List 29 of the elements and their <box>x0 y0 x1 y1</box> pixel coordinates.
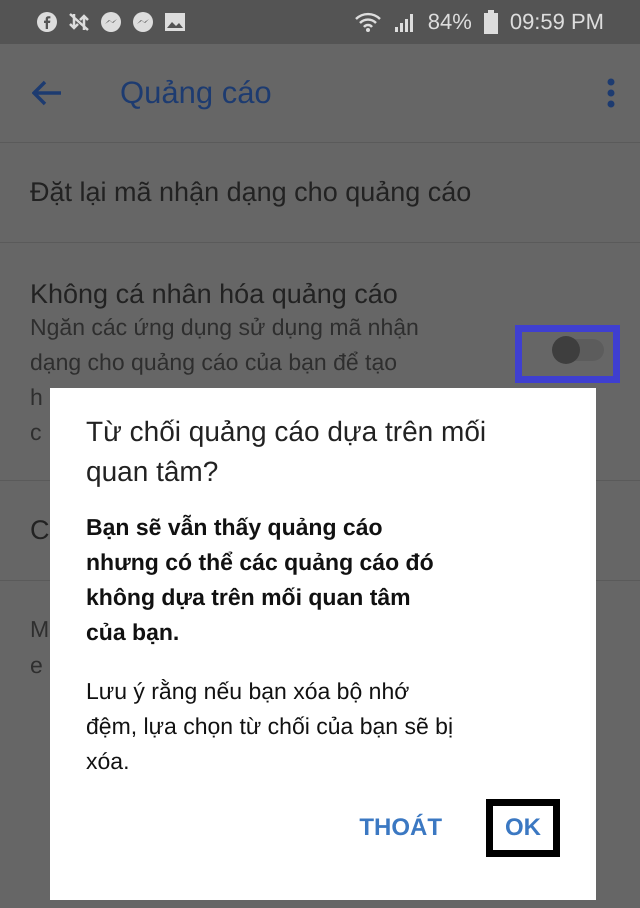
battery-icon <box>484 10 498 34</box>
setting-description: c <box>30 418 42 447</box>
messenger-icon <box>100 11 122 33</box>
facebook-icon <box>36 11 58 33</box>
battery-percent: 84% <box>428 9 472 35</box>
image-icon <box>164 11 186 33</box>
setting-description: h <box>30 383 43 412</box>
setting-item[interactable]: Đặt lại mã nhận dạng cho quảng cáo <box>0 143 640 243</box>
setting-description: Ngăn các ứng dụng sử dụng mã nhận <box>30 313 419 342</box>
dialog-button[interactable]: THOÁT <box>353 808 448 848</box>
messenger-icon <box>132 11 154 33</box>
dialog-message: Bạn sẽ vẫn thấy quảng cáo nhưng có thể các quảng cáo đó không dựa trên mối quan tâm của bạn. <box>86 513 435 647</box>
dialog-title: Từ chối quảng cáo dựa trên mối quan tâm? <box>86 415 488 489</box>
dialog-note: Lưu ý rằng nếu bạn xóa bộ nhớ đệm, lựa chọn từ chối của bạn sẽ bị xóa. <box>86 677 454 776</box>
setting-title: C <box>30 515 50 546</box>
signal-icon <box>394 11 416 33</box>
footer-text: M <box>30 615 50 644</box>
more-options-icon[interactable] <box>606 78 616 108</box>
setting-description: dạng cho quảng cáo của bạn để tạo <box>30 348 398 377</box>
setting-title: Không cá nhân hóa quảng cáo <box>30 279 398 309</box>
setting-title: Đặt lại mã nhận dạng cho quảng cáo <box>30 177 472 208</box>
wifi-icon <box>354 11 382 33</box>
screen-title: Quảng cáo <box>120 75 273 111</box>
toggle-switch[interactable] <box>554 339 604 361</box>
arrows-icon <box>68 11 90 33</box>
footer-text: e <box>30 651 43 680</box>
clock: 09:59 PM <box>510 9 604 35</box>
dialog-button[interactable]: OK <box>486 799 560 857</box>
back-arrow-icon[interactable] <box>32 80 62 106</box>
